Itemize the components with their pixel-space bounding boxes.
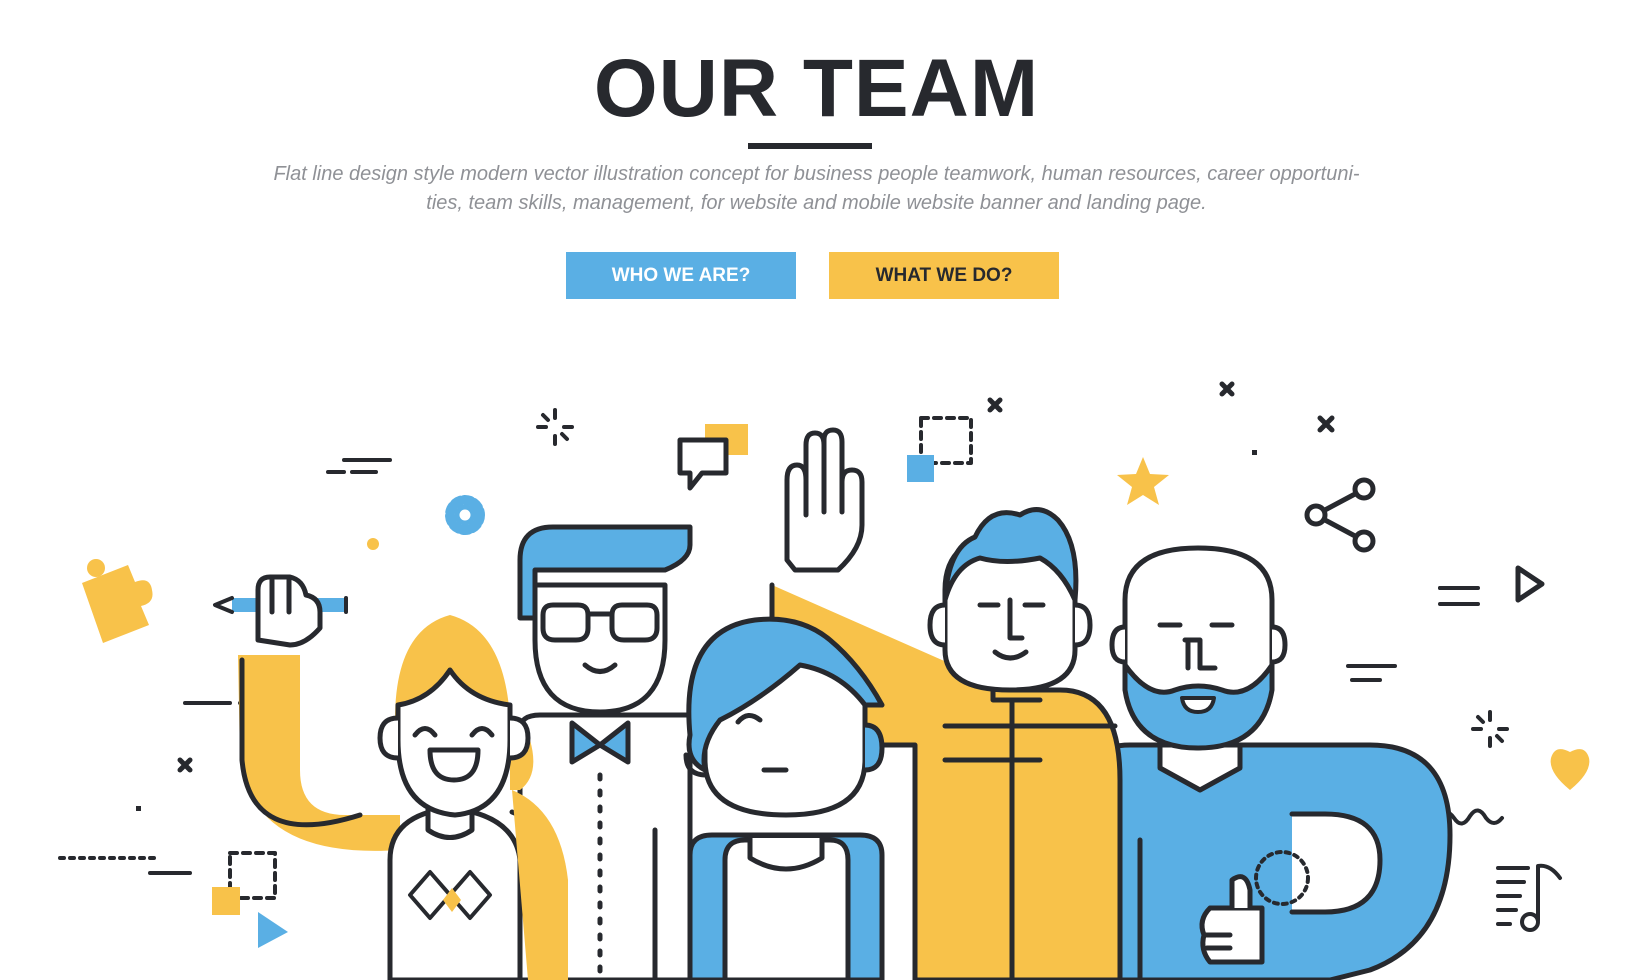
star-icon xyxy=(1117,457,1169,505)
what-we-do-button[interactable]: WHAT WE DO? xyxy=(829,252,1059,299)
play-icon xyxy=(1515,565,1545,603)
who-we-are-button[interactable]: WHO WE ARE? xyxy=(566,252,796,299)
page-subtitle: Flat line design style modern vector ill… xyxy=(236,160,1397,218)
gear-icon xyxy=(445,495,485,535)
subtitle-line-2: ties, team skills, management, for websi… xyxy=(426,192,1207,214)
raised-hand-icon xyxy=(784,427,865,573)
share-icon xyxy=(1304,477,1376,553)
team-illustration xyxy=(0,330,1633,980)
page-title: OUR TEAM xyxy=(593,43,1040,134)
bald-bearded-man xyxy=(1082,545,1453,980)
chat-bubble-icon xyxy=(677,424,748,491)
play-triangle-decoration xyxy=(258,912,288,948)
subtitle-line-1: Flat line design style modern vector ill… xyxy=(273,163,1360,185)
puzzle-icon xyxy=(82,559,153,643)
sparkle-icon xyxy=(536,408,574,446)
sparkle-icon-right xyxy=(1471,710,1509,748)
dot-decoration xyxy=(367,538,379,550)
heart-icon xyxy=(1550,749,1590,790)
music-note-icon xyxy=(1496,863,1562,932)
title-underline xyxy=(748,143,872,149)
header-section: OUR TEAM Flat line design style modern v… xyxy=(0,0,1633,330)
